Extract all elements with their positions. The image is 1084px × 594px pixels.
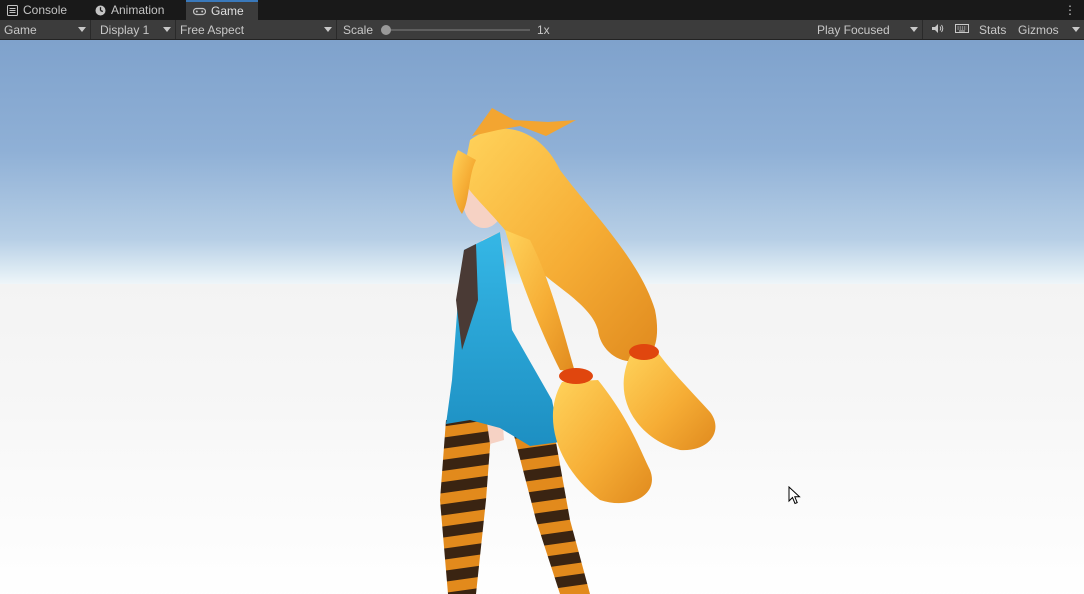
tab-animation-label: Animation: [111, 3, 165, 17]
keyboard-icon: [955, 23, 969, 37]
mute-audio-button[interactable]: [925, 20, 949, 39]
chevron-down-icon: [78, 27, 86, 32]
tab-game[interactable]: Game: [186, 0, 258, 20]
tab-game-label: Game: [211, 4, 244, 18]
tab-console[interactable]: Console: [0, 0, 84, 20]
speaker-icon: [931, 23, 944, 37]
play-mode-label: Play Focused: [817, 22, 890, 37]
shortcuts-button[interactable]: [950, 20, 974, 39]
game-viewport[interactable]: [0, 40, 1084, 594]
mouse-cursor-icon: [788, 486, 801, 505]
scale-slider-track[interactable]: [384, 29, 530, 31]
clock-icon: [95, 5, 106, 16]
chevron-down-icon: [163, 27, 171, 32]
console-icon: [7, 4, 18, 16]
game-toolbar: Game Display 1 Free Aspect Scale 1x Play…: [0, 20, 1084, 40]
stats-button[interactable]: Stats: [975, 20, 1015, 39]
scale-slider-thumb[interactable]: [381, 25, 391, 35]
chevron-down-icon: [324, 27, 332, 32]
display-label: Display 1: [100, 22, 150, 37]
aspect-dropdown[interactable]: Free Aspect: [176, 20, 337, 39]
scale-label: Scale: [343, 22, 374, 37]
play-mode-dropdown[interactable]: Play Focused: [813, 20, 923, 39]
more-options-icon[interactable]: ⋮: [1064, 3, 1076, 17]
chevron-down-icon: [910, 27, 918, 32]
tab-console-label: Console: [23, 3, 68, 17]
gamepad-icon: [192, 6, 207, 17]
view-mode-dropdown[interactable]: Game: [0, 20, 91, 39]
tab-animation[interactable]: Animation: [88, 0, 186, 20]
aspect-label: Free Aspect: [180, 22, 245, 37]
gizmos-dropdown[interactable]: Gizmos: [1014, 20, 1084, 39]
display-dropdown[interactable]: Display 1: [96, 20, 176, 39]
chevron-down-icon: [1072, 27, 1080, 32]
scale-value: 1x: [537, 22, 550, 37]
view-mode-label: Game: [4, 22, 37, 37]
gizmos-label: Gizmos: [1018, 22, 1059, 37]
anime-character: [440, 108, 716, 594]
editor-tab-bar: Console Animation Game ⋮: [0, 0, 1084, 20]
